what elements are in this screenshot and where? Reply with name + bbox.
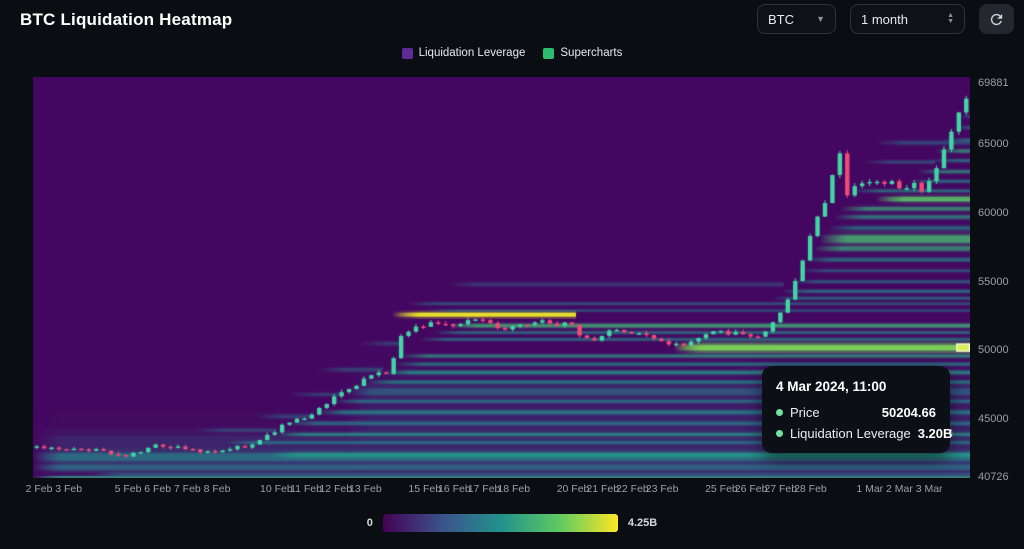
y-axis-label: 45000	[978, 413, 1009, 425]
x-axis-label: 13 Feb	[349, 483, 382, 495]
x-axis-label: 6 Feb	[144, 483, 171, 495]
chevron-down-icon: ▼	[816, 15, 825, 24]
legend: Liquidation Leverage Supercharts	[0, 47, 1024, 59]
refresh-button[interactable]	[979, 4, 1014, 34]
x-axis-label: 5 Feb	[115, 483, 142, 495]
colorbar-gradient	[383, 514, 618, 532]
timeframe-select-value: 1 month	[861, 12, 908, 27]
x-axis-label: 8 Feb	[204, 483, 231, 495]
colorbar-min-label: 0	[367, 517, 373, 529]
x-axis-label: 11 Feb	[290, 483, 322, 495]
x-axis-label: 3 Mar	[916, 483, 943, 495]
x-axis-label: 3 Feb	[55, 483, 82, 495]
y-axis-label: 60000	[978, 207, 1009, 219]
leverage-value: 3.20B	[918, 426, 953, 441]
hover-tooltip: 4 Mar 2024, 11:00 Price 50204.66 Liquida…	[762, 366, 950, 453]
x-axis-label: 16 Feb	[438, 483, 471, 495]
page-title: BTC Liquidation Heatmap	[20, 10, 232, 30]
tooltip-row-leverage: Liquidation Leverage 3.20B	[776, 426, 936, 441]
leverage-dot-icon	[776, 430, 783, 437]
tooltip-row-price: Price 50204.66	[776, 405, 936, 420]
x-axis-label: 1 Mar	[856, 483, 883, 495]
x-axis-label: 28 Feb	[794, 483, 827, 495]
colorbar: 0 4.25B	[0, 514, 1024, 532]
price-dot-icon	[776, 409, 783, 416]
supercharts-swatch	[543, 48, 554, 59]
liquidation-leverage-swatch	[402, 48, 413, 59]
header-controls: BTC ▼ 1 month ▲▼	[757, 4, 1014, 34]
x-axis-label: 27 Feb	[764, 483, 797, 495]
legend-label: Supercharts	[560, 47, 622, 59]
x-axis-label: 25 Feb	[705, 483, 738, 495]
timeframe-select[interactable]: 1 month ▲▼	[850, 4, 965, 34]
x-axis-label: 23 Feb	[646, 483, 679, 495]
y-axis-label: 69881	[978, 77, 1009, 89]
symbol-select[interactable]: BTC ▼	[757, 4, 836, 34]
x-axis-label: 7 Feb	[174, 483, 201, 495]
x-axis-label: 26 Feb	[735, 483, 768, 495]
y-axis-label: 50000	[978, 344, 1009, 356]
x-axis-label: 10 Feb	[260, 483, 293, 495]
legend-item-supercharts[interactable]: Supercharts	[543, 47, 622, 59]
x-axis-label: 17 Feb	[468, 483, 501, 495]
price-value: 50204.66	[882, 405, 936, 420]
x-axis-label: 22 Feb	[616, 483, 649, 495]
symbol-select-value: BTC	[768, 12, 794, 27]
refresh-icon	[988, 11, 1005, 28]
x-axis-label: 2 Mar	[886, 483, 913, 495]
up-down-spinner-icon: ▲▼	[947, 13, 954, 25]
tooltip-timestamp: 4 Mar 2024, 11:00	[776, 379, 936, 394]
x-axis-label: 2 Feb	[26, 483, 53, 495]
y-axis-label: 65000	[978, 138, 1009, 150]
x-axis-label: 18 Feb	[497, 483, 530, 495]
x-axis-label: 21 Feb	[586, 483, 619, 495]
y-axis-label: 55000	[978, 276, 1009, 288]
legend-item-liquidation-leverage[interactable]: Liquidation Leverage	[402, 47, 526, 59]
x-axis-label: 20 Feb	[557, 483, 590, 495]
legend-label: Liquidation Leverage	[419, 47, 526, 59]
x-axis-label: 15 Feb	[408, 483, 441, 495]
x-axis-label: 12 Feb	[319, 483, 352, 495]
colorbar-max-label: 4.25B	[628, 517, 657, 529]
y-axis-label: 40726	[978, 471, 1009, 483]
